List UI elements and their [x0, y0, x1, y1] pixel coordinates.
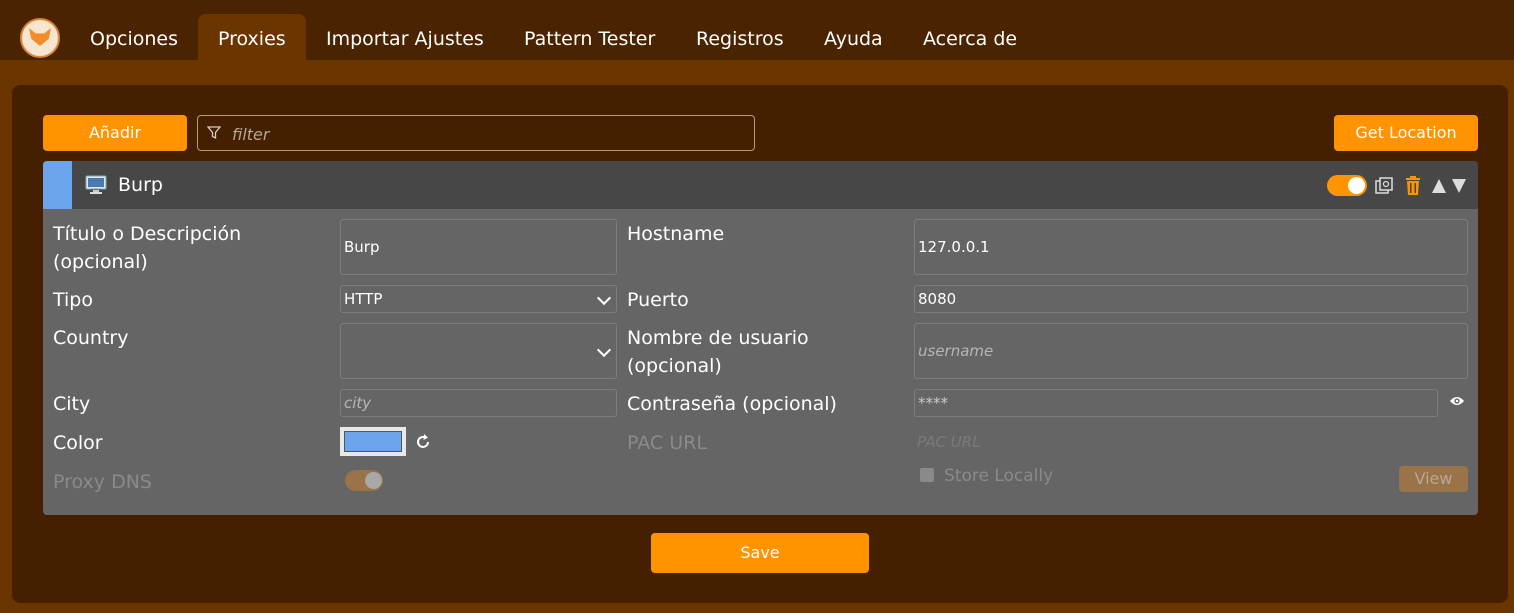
tab-importar-ajustes[interactable]: Importar Ajustes: [306, 14, 504, 62]
pac-url-input[interactable]: PAC URL: [917, 433, 981, 451]
move-up-icon[interactable]: [1431, 178, 1447, 194]
type-select[interactable]: HTTP: [340, 285, 617, 313]
duplicate-icon[interactable]: [1375, 177, 1393, 195]
username-input[interactable]: username: [914, 323, 1468, 379]
tab-opciones[interactable]: Opciones: [70, 14, 198, 62]
hostname-input[interactable]: 127.0.0.1: [914, 219, 1468, 275]
color-label: Color: [53, 432, 103, 454]
password-input[interactable]: ****: [914, 389, 1438, 417]
store-locally-checkbox[interactable]: [920, 468, 934, 482]
city-label: City: [53, 393, 91, 415]
proxy-color-bar: [43, 161, 72, 209]
move-down-icon[interactable]: [1451, 178, 1467, 194]
tab-proxies[interactable]: Proxies: [198, 14, 306, 62]
tab-pattern-tester[interactable]: Pattern Tester: [504, 14, 675, 62]
proxy-card-header[interactable]: Burp: [43, 161, 1478, 209]
city-placeholder: city: [344, 394, 372, 412]
chevron-down-icon: [596, 342, 612, 358]
type-label: Tipo: [53, 289, 93, 311]
filter-input[interactable]: [230, 116, 734, 152]
proxy-card: Burp Título o Descripción (opcional) Bur…: [43, 161, 1478, 515]
password-label: Contraseña (opcional): [627, 393, 837, 415]
username-placeholder: username: [918, 342, 994, 360]
save-button[interactable]: Save: [651, 533, 869, 573]
store-locally-label: Store Locally: [944, 466, 1054, 486]
tab-acerca-de[interactable]: Acerca de: [903, 14, 1037, 62]
type-select-value: HTTP: [344, 290, 383, 308]
get-location-button[interactable]: Get Location: [1334, 115, 1478, 151]
proxy-dns-toggle[interactable]: [345, 470, 383, 491]
port-input[interactable]: 8080: [914, 285, 1468, 313]
pac-url-label: PAC URL: [627, 432, 707, 454]
tab-registros[interactable]: Registros: [676, 14, 804, 62]
color-swatch: [344, 431, 402, 452]
fox-icon: [29, 28, 51, 46]
toggle-knob: [365, 472, 382, 489]
filter-field: [197, 115, 755, 152]
title-input[interactable]: Burp: [340, 219, 617, 275]
username-label: Nombre de usuario (opcional): [627, 327, 809, 377]
proxy-dns-label: Proxy DNS: [53, 471, 152, 493]
tab-ayuda[interactable]: Ayuda: [804, 14, 903, 62]
country-select[interactable]: [340, 323, 617, 379]
refresh-icon[interactable]: [414, 433, 432, 451]
port-label: Puerto: [627, 289, 689, 311]
delete-icon[interactable]: [1405, 176, 1421, 196]
view-button[interactable]: View: [1399, 466, 1468, 492]
proxy-title: Burp: [118, 174, 163, 196]
toggle-knob: [1348, 177, 1365, 194]
hostname-label: Hostname: [627, 223, 725, 245]
chevron-down-icon: [596, 290, 612, 306]
eye-icon[interactable]: [1449, 395, 1465, 407]
title-label: Título o Descripción (opcional): [53, 223, 242, 273]
add-button[interactable]: Añadir: [43, 115, 187, 151]
country-label: Country: [53, 327, 129, 349]
city-input[interactable]: city: [340, 389, 617, 417]
foxyproxy-logo: [20, 18, 60, 58]
proxy-enabled-toggle[interactable]: [1327, 175, 1367, 196]
filter-icon: [207, 126, 221, 140]
monitor-icon: [85, 175, 107, 194]
color-picker[interactable]: [340, 427, 406, 456]
